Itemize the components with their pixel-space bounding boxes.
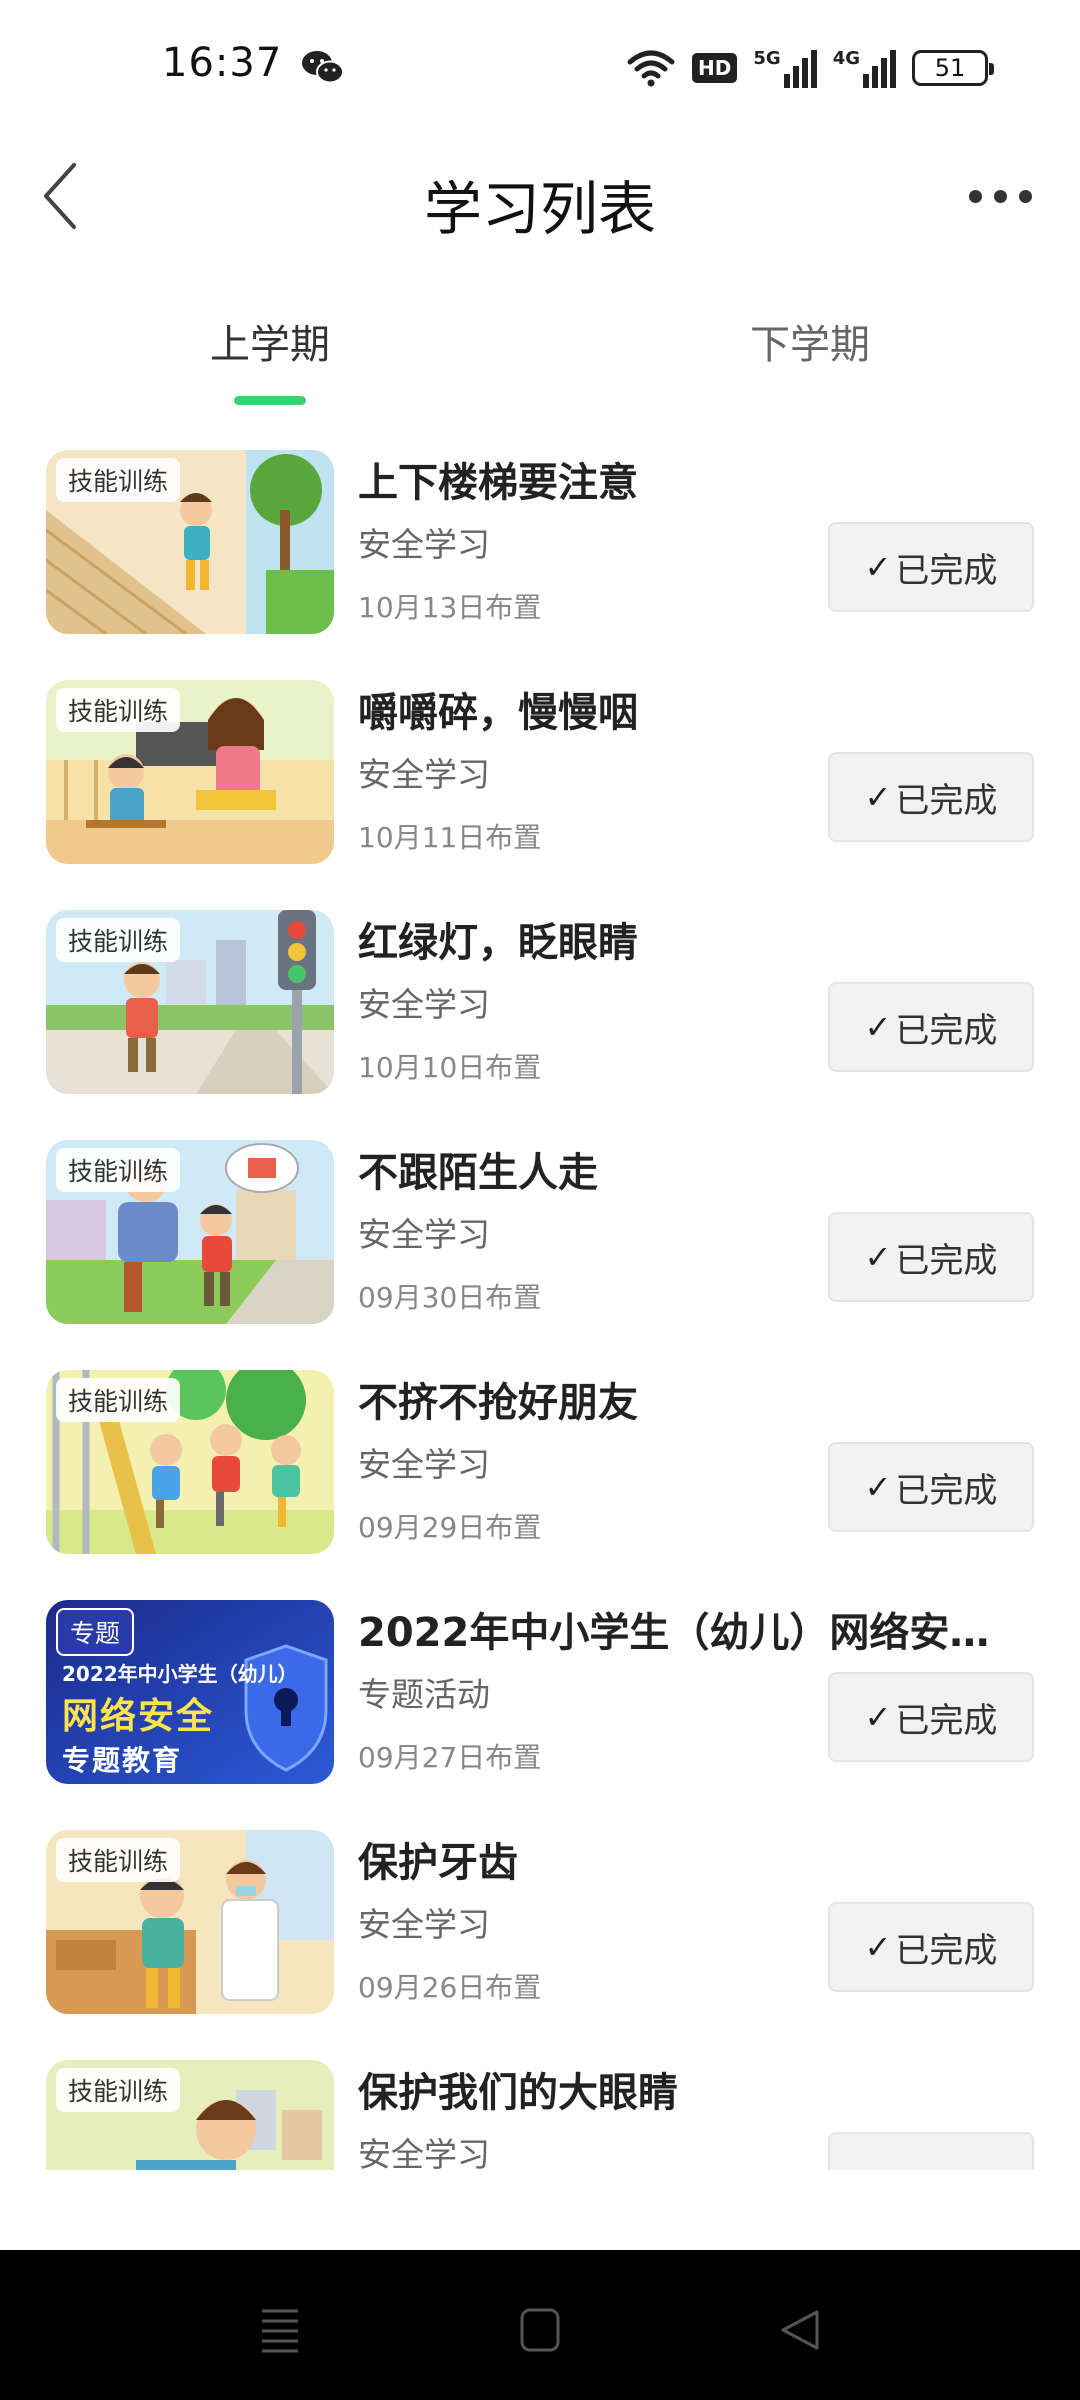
battery-icon: 51 (912, 50, 994, 86)
thumbnail-banner-text: 2022年中小学生（幼儿） 网络安全 专题教育 (62, 1662, 298, 1777)
list-bottom-space (0, 2170, 1080, 2250)
thumbnail-tag: 技能训练 (56, 2068, 181, 2112)
lesson-category: 安全学习 (358, 525, 490, 564)
lesson-category: 安全学习 (358, 985, 490, 1024)
thumbnail-tag: 技能训练 (56, 918, 181, 962)
lesson-thumbnail: 技能训练 (46, 450, 334, 634)
lesson-category: 安全学习 (358, 1905, 490, 1944)
lesson-thumbnail: 技能训练 (46, 2060, 334, 2170)
semester-tabs: 上学期 下学期 (0, 300, 1080, 410)
lesson-list: 技能训练 上下楼梯要注意 安全学习 10月13日布置 ✓ 已完成 技能训练 嚼嚼… (0, 430, 1080, 2170)
lesson-thumbnail: 技能训练 (46, 1140, 334, 1324)
check-icon: ✓ (864, 1008, 892, 1046)
status-label: 已完成 (895, 1700, 998, 1741)
thumbnail-tag: 技能训练 (56, 688, 181, 732)
list-item[interactable]: 技能训练 保护牙齿 安全学习 09月26日布置 ✓ 已完成 (0, 1810, 1080, 2040)
status-label: 已完成 (895, 780, 998, 821)
app-header: 学习列表 (0, 136, 1080, 256)
lesson-date: 09月27日布置 (358, 1741, 542, 1774)
list-item[interactable]: 技能训练 上下楼梯要注意 安全学习 10月13日布置 ✓ 已完成 (0, 430, 1080, 660)
signal-4g-icon: 4G (833, 48, 896, 88)
lesson-date: 09月29日布置 (358, 1511, 542, 1544)
system-nav-bar (0, 2250, 1080, 2400)
thumbnail-tag: 技能训练 (56, 1838, 181, 1882)
lesson-title: 保护牙齿 (358, 1840, 518, 1886)
completed-button[interactable] (828, 2132, 1034, 2170)
list-item[interactable]: 技能训练 嚼嚼碎，慢慢咽 安全学习 10月11日布置 ✓ 已完成 (0, 660, 1080, 890)
wifi-icon (627, 50, 675, 87)
lesson-date: 10月11日布置 (358, 821, 542, 854)
menu-icon[interactable] (250, 2300, 310, 2360)
completed-button[interactable]: ✓ 已完成 (828, 1902, 1034, 1992)
tab-first-semester[interactable]: 上学期 (210, 312, 330, 370)
lesson-thumbnail: 技能训练 (46, 910, 334, 1094)
completed-button[interactable]: ✓ 已完成 (828, 522, 1034, 612)
status-icons: HD 5G 4G 51 (626, 44, 994, 92)
thumbnail-tag: 技能训练 (56, 1148, 181, 1192)
status-time: 16:37 (162, 40, 283, 86)
more-dots-icon (968, 189, 982, 203)
more-button[interactable] (950, 162, 1050, 230)
lesson-thumbnail: 技能训练 (46, 1370, 334, 1554)
completed-button[interactable]: ✓ 已完成 (828, 1442, 1034, 1532)
lesson-date: 10月10日布置 (358, 1051, 542, 1084)
status-label: 已完成 (895, 1240, 998, 1281)
lesson-category: 安全学习 (358, 1215, 490, 1254)
list-item[interactable]: 技能训练 保护我们的大眼睛 安全学习 (0, 2040, 1080, 2170)
check-icon: ✓ (864, 778, 892, 816)
back-triangle-icon[interactable] (770, 2300, 830, 2360)
lesson-thumbnail: 技能训练 (46, 680, 334, 864)
home-square-icon[interactable] (510, 2300, 570, 2360)
list-item[interactable]: 专题 2022年中小学生（幼儿） 网络安全 专题教育 2022年中小学生（幼儿）… (0, 1580, 1080, 1810)
list-item[interactable]: 技能训练 不跟陌生人走 安全学习 09月30日布置 ✓ 已完成 (0, 1120, 1080, 1350)
check-icon: ✓ (864, 1468, 892, 1506)
completed-button[interactable]: ✓ 已完成 (828, 1672, 1034, 1762)
lesson-title: 保护我们的大眼睛 (358, 2070, 678, 2116)
list-item[interactable]: 技能训练 不挤不抢好朋友 安全学习 09月29日布置 ✓ 已完成 (0, 1350, 1080, 1580)
completed-button[interactable]: ✓ 已完成 (828, 752, 1034, 842)
lesson-title: 不挤不抢好朋友 (358, 1380, 638, 1426)
status-label: 已完成 (895, 1930, 998, 1971)
lesson-title: 不跟陌生人走 (358, 1150, 598, 1196)
status-label: 已完成 (895, 550, 998, 591)
check-icon: ✓ (864, 1238, 892, 1276)
status-bar: 16:37 HD 5G 4G 51 (0, 0, 1080, 136)
status-label: 已完成 (895, 1470, 998, 1511)
page-title: 学习列表 (423, 175, 656, 243)
lesson-category: 安全学习 (358, 1445, 490, 1484)
wechat-icon (300, 48, 344, 88)
lesson-thumbnail: 专题 2022年中小学生（幼儿） 网络安全 专题教育 (46, 1600, 334, 1784)
check-icon: ✓ (864, 1928, 892, 1966)
lesson-title: 2022年中小学生（幼儿）网络安全... (358, 1610, 1018, 1656)
thumbnail-tag: 技能训练 (56, 458, 181, 502)
lesson-category: 专题活动 (358, 1675, 490, 1714)
lesson-date: 09月26日布置 (358, 1971, 542, 2004)
lesson-thumbnail: 技能训练 (46, 1830, 334, 2014)
lesson-title: 红绿灯，眨眼睛 (358, 920, 638, 966)
check-icon: ✓ (864, 548, 892, 586)
lesson-category: 安全学习 (358, 755, 490, 794)
lesson-date: 09月30日布置 (358, 1281, 542, 1314)
tab-active-indicator (234, 396, 306, 405)
tab-second-semester[interactable]: 下学期 (750, 312, 870, 370)
lesson-title: 嚼嚼碎，慢慢咽 (358, 690, 638, 736)
signal-5g-icon: 5G (753, 48, 817, 88)
check-icon: ✓ (864, 1698, 892, 1736)
completed-button[interactable]: ✓ 已完成 (828, 982, 1034, 1072)
thumbnail-tag: 技能训练 (56, 1378, 181, 1422)
battery-level: 51 (934, 54, 966, 82)
completed-button[interactable]: ✓ 已完成 (828, 1212, 1034, 1302)
lesson-date: 10月13日布置 (358, 591, 542, 624)
lesson-title: 上下楼梯要注意 (358, 460, 638, 506)
hd-badge: HD (692, 53, 738, 83)
lesson-category: 安全学习 (358, 2135, 490, 2170)
list-item[interactable]: 技能训练 红绿灯，眨眼睛 安全学习 10月10日布置 ✓ 已完成 (0, 890, 1080, 1120)
status-label: 已完成 (895, 1010, 998, 1051)
thumbnail-tag: 专题 (56, 1608, 135, 1656)
